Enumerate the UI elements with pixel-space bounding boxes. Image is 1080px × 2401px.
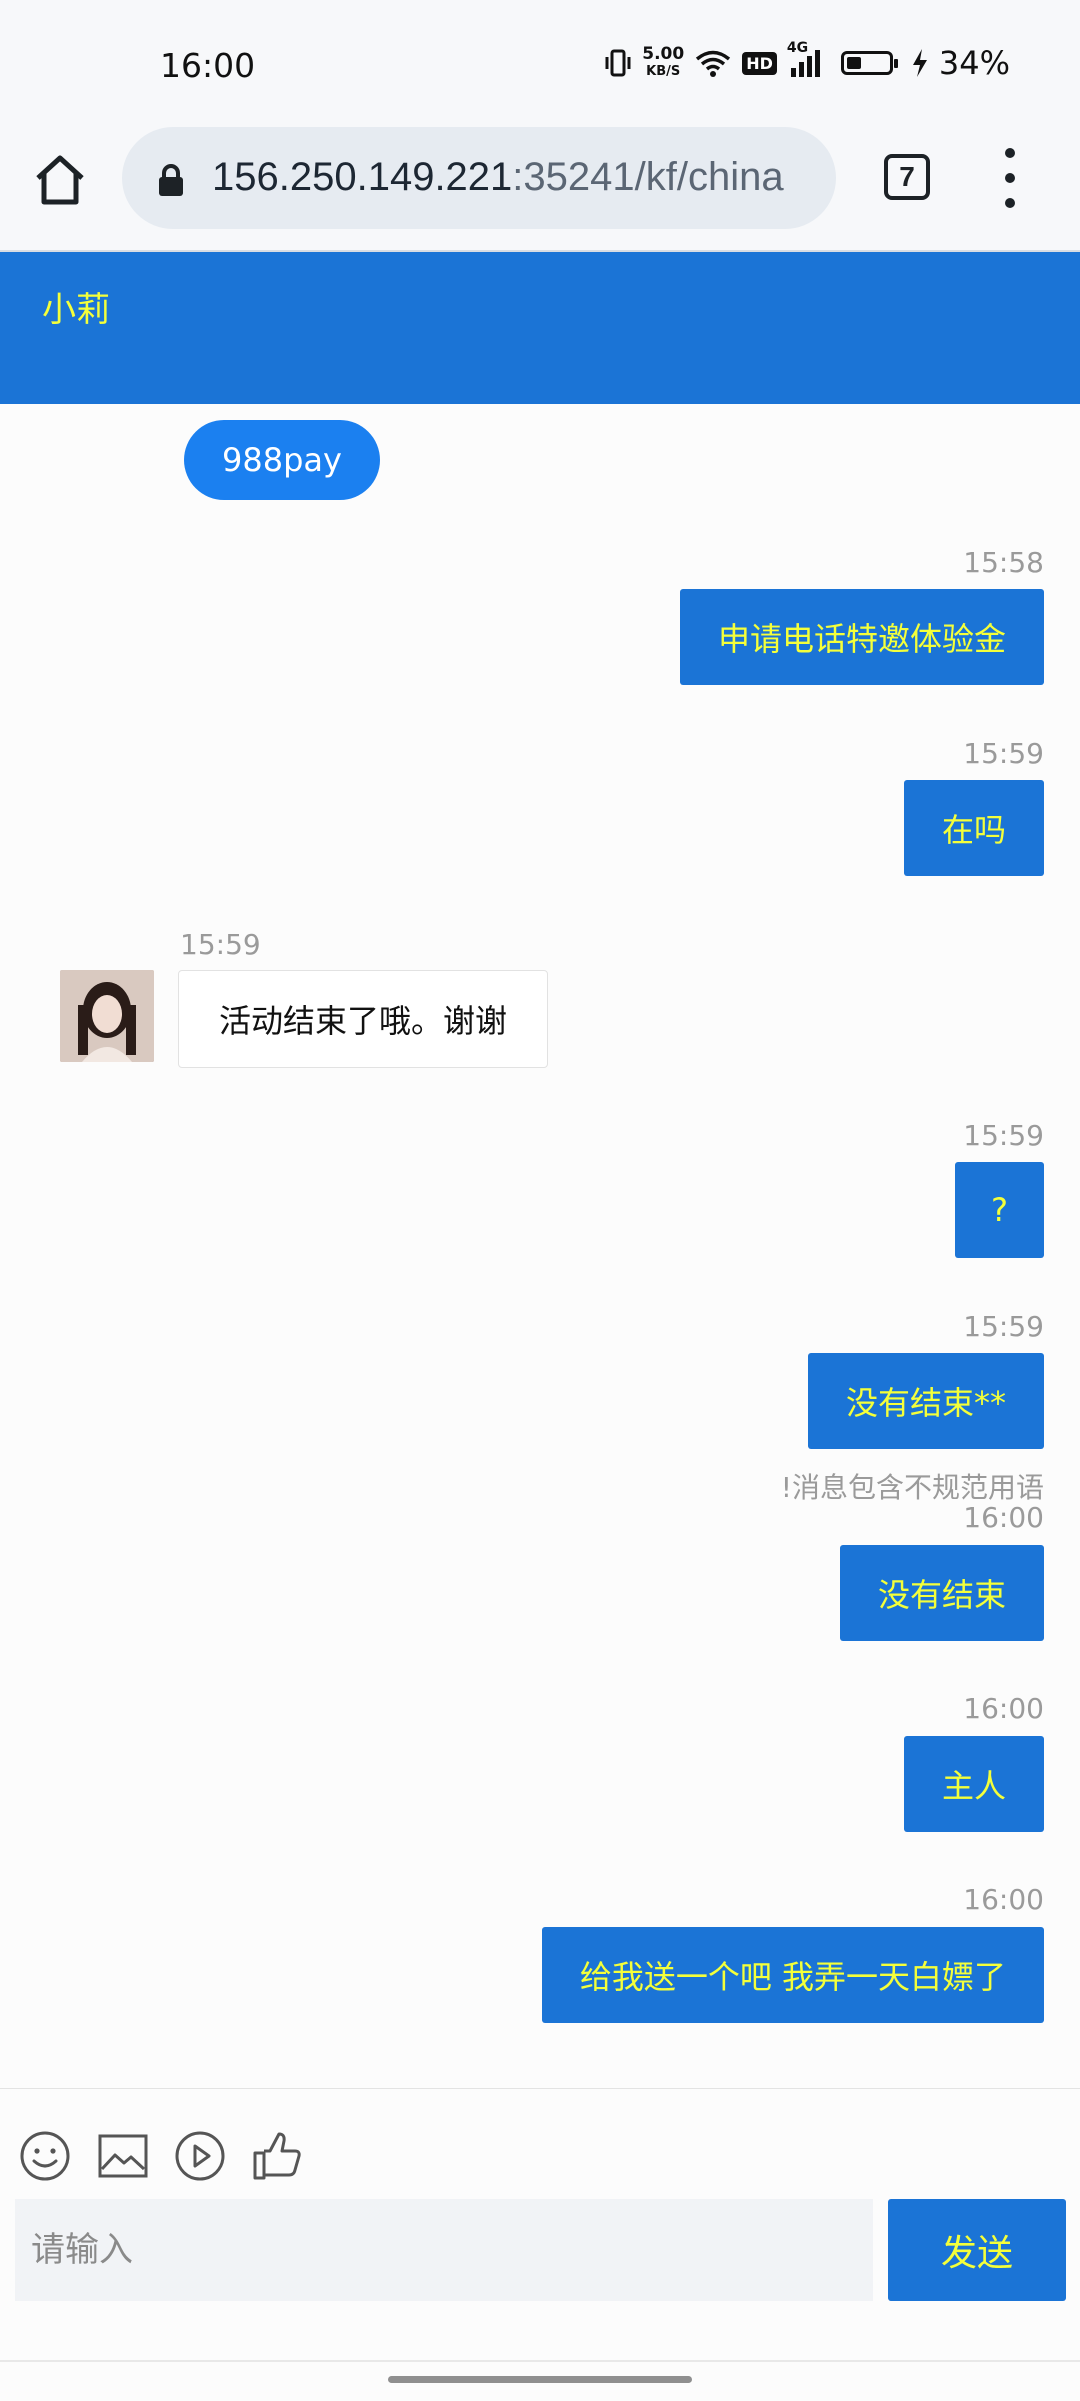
hd-badge: HD <box>742 51 777 75</box>
battery-percent: 34% <box>938 44 1010 82</box>
tab-switcher-button[interactable]: 7 <box>884 154 930 200</box>
composer: 发送 <box>0 2088 1080 2401</box>
agent-name: 小莉 <box>42 290 110 330</box>
url-host: 156.250.149.221 <box>212 155 513 199</box>
status-time: 16:00 <box>160 46 256 85</box>
status-bar: 16:00 5.00 KB/S HD 4G 34% <box>0 0 1080 120</box>
video-play-icon[interactable] <box>173 2129 227 2183</box>
signal-type-label: 4G <box>786 40 809 56</box>
outgoing-message: 给我送一个吧 我弄一天白嫖了 <box>541 1927 1044 2023</box>
message-time: 15:59 <box>963 1119 1044 1152</box>
outgoing-message: ? <box>955 1162 1044 1258</box>
battery-fill <box>846 57 861 69</box>
incoming-message: 活动结束了哦。谢谢 <box>178 970 549 1068</box>
home-icon[interactable] <box>30 150 90 210</box>
more-menu-icon[interactable] <box>994 148 1026 208</box>
status-icons: 5.00 KB/S HD 4G 34% <box>604 40 1010 82</box>
url-path: :35241/kf/china <box>512 155 784 199</box>
outgoing-message: 没有结束** <box>807 1353 1044 1449</box>
network-speed-value: 5.00 <box>642 44 685 64</box>
image-icon[interactable] <box>96 2129 150 2183</box>
message-warning: !消息包含不规范用语 <box>780 1471 1044 1504</box>
wifi-icon <box>696 50 731 77</box>
emoji-icon[interactable] <box>18 2129 72 2183</box>
message-time: 15:59 <box>963 1310 1044 1343</box>
message-time: 16:00 <box>963 1883 1044 1916</box>
network-speed-unit: KB/S <box>646 64 681 79</box>
outgoing-message: 没有结束 <box>839 1545 1044 1641</box>
chat-header: 小莉 <box>0 252 1080 404</box>
outgoing-message: 申请电话特邀体验金 <box>679 589 1044 685</box>
vibrate-icon <box>605 49 631 77</box>
tab-count: 7 <box>899 161 915 192</box>
outgoing-message: 主人 <box>903 1736 1044 1832</box>
lock-icon <box>159 164 183 196</box>
message-time: 15:58 <box>963 546 1044 579</box>
avatar-image <box>60 970 154 1062</box>
message-time: 15:59 <box>180 928 261 961</box>
outgoing-message: 在吗 <box>903 780 1044 876</box>
thumbs-up-icon[interactable] <box>250 2129 304 2183</box>
message-time: 16:00 <box>963 1692 1044 1725</box>
agent-avatar[interactable] <box>60 970 154 1062</box>
address-bar[interactable]: 156.250.149.221:35241/kf/china <box>122 127 836 229</box>
message-time: 15:59 <box>963 737 1044 770</box>
message-input[interactable] <box>15 2199 873 2301</box>
home-indicator[interactable] <box>388 2376 692 2383</box>
url-text: 156.250.149.221:35241/kf/china <box>212 155 784 200</box>
battery-icon <box>840 51 898 75</box>
quick-reply-button[interactable]: 988pay <box>184 420 380 500</box>
browser-toolbar: 156.250.149.221:35241/kf/china 7 <box>0 120 1080 252</box>
cell-signal: 4G <box>787 40 825 78</box>
network-speed: 5.00 KB/S <box>642 45 684 81</box>
nav-divider <box>0 2360 1080 2362</box>
send-button[interactable]: 发送 <box>888 2199 1066 2301</box>
message-time: 16:00 <box>963 1501 1044 1534</box>
charging-icon <box>912 49 927 77</box>
